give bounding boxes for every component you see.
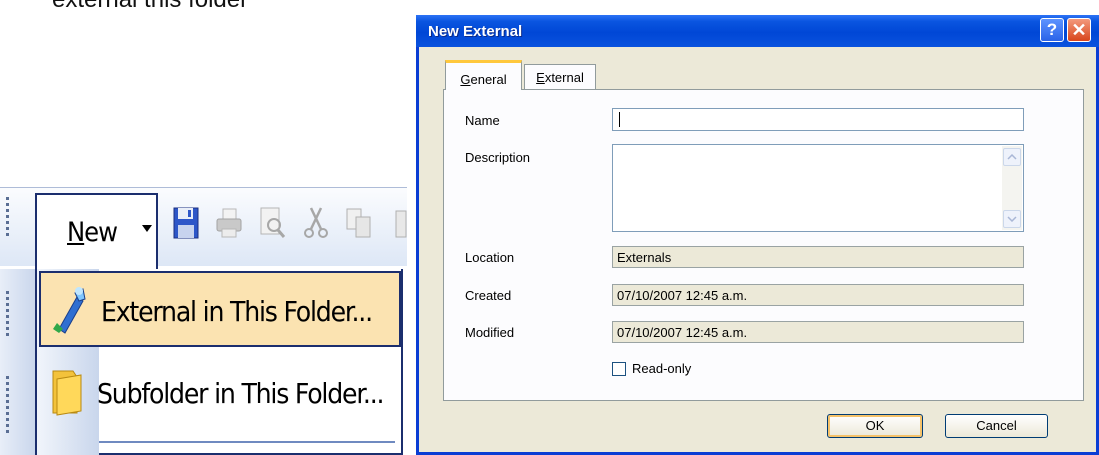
modified-label: Modified	[465, 325, 515, 340]
print-icon[interactable]	[215, 205, 243, 241]
dialog-titlebar[interactable]: New External ? ✕	[416, 15, 1099, 47]
chevron-down-icon	[1007, 216, 1017, 222]
description-scrollbar[interactable]	[1002, 146, 1022, 230]
read-only-label[interactable]: Read-only	[632, 361, 691, 376]
scroll-up-button[interactable]	[1003, 148, 1021, 166]
description-label: Description	[465, 150, 531, 165]
menu-item-label: External in This Folder...	[101, 295, 373, 328]
location-label: Location	[465, 250, 515, 265]
menu-item-label: Subfolder in This Folder...	[97, 377, 384, 410]
text-caret	[619, 112, 620, 127]
scroll-down-button[interactable]	[1003, 210, 1021, 228]
print-preview-icon[interactable]	[258, 205, 286, 241]
paste-icon[interactable]	[392, 205, 407, 241]
tab-external[interactable]: External	[524, 64, 596, 90]
close-button[interactable]: ✕	[1067, 18, 1091, 42]
dropdown-arrow-icon	[142, 225, 152, 232]
ok-button[interactable]: OK	[827, 414, 923, 438]
general-tab-panel	[443, 89, 1084, 401]
menu-item-external-in-folder[interactable]: External in This Folder...	[39, 271, 401, 347]
dialog-title: New External	[428, 23, 523, 40]
cut-icon[interactable]	[302, 205, 330, 241]
help-icon: ?	[1046, 20, 1058, 39]
description-field[interactable]	[612, 144, 1024, 232]
tab-general[interactable]: General	[445, 60, 522, 90]
instruction-caption: external this folder	[52, 0, 248, 14]
toolbar-grip[interactable]	[6, 291, 10, 339]
name-label: Name	[465, 113, 500, 128]
created-field: 07/10/2007 12:45 a.m.	[612, 284, 1024, 306]
close-icon: ✕	[1071, 20, 1087, 40]
name-field[interactable]	[612, 108, 1024, 131]
save-icon[interactable]	[172, 205, 200, 241]
new-button-label: New	[67, 217, 118, 248]
toolbar-grip[interactable]	[6, 197, 10, 239]
chevron-up-icon	[1007, 154, 1017, 160]
new-dropdown-menu: External in This Folder... Subfolder in …	[35, 269, 403, 455]
folder-icon	[52, 370, 82, 416]
created-label: Created	[465, 288, 512, 303]
cancel-button[interactable]: Cancel	[945, 414, 1048, 438]
modified-field: 07/10/2007 12:45 a.m.	[612, 321, 1024, 343]
location-field: Externals	[612, 246, 1024, 268]
copy-icon[interactable]	[345, 205, 373, 241]
toolbar-grip[interactable]	[6, 376, 10, 436]
toolbar-area: New External in This Folder... Subfolder…	[0, 183, 407, 455]
menu-item-subfolder-in-folder[interactable]: Subfolder in This Folder...	[39, 355, 401, 431]
new-dropdown-button[interactable]: New	[35, 193, 158, 271]
external-wand-icon	[53, 287, 86, 334]
read-only-checkbox[interactable]	[612, 362, 626, 376]
menu-separator	[99, 441, 395, 443]
help-button[interactable]: ?	[1040, 18, 1064, 42]
